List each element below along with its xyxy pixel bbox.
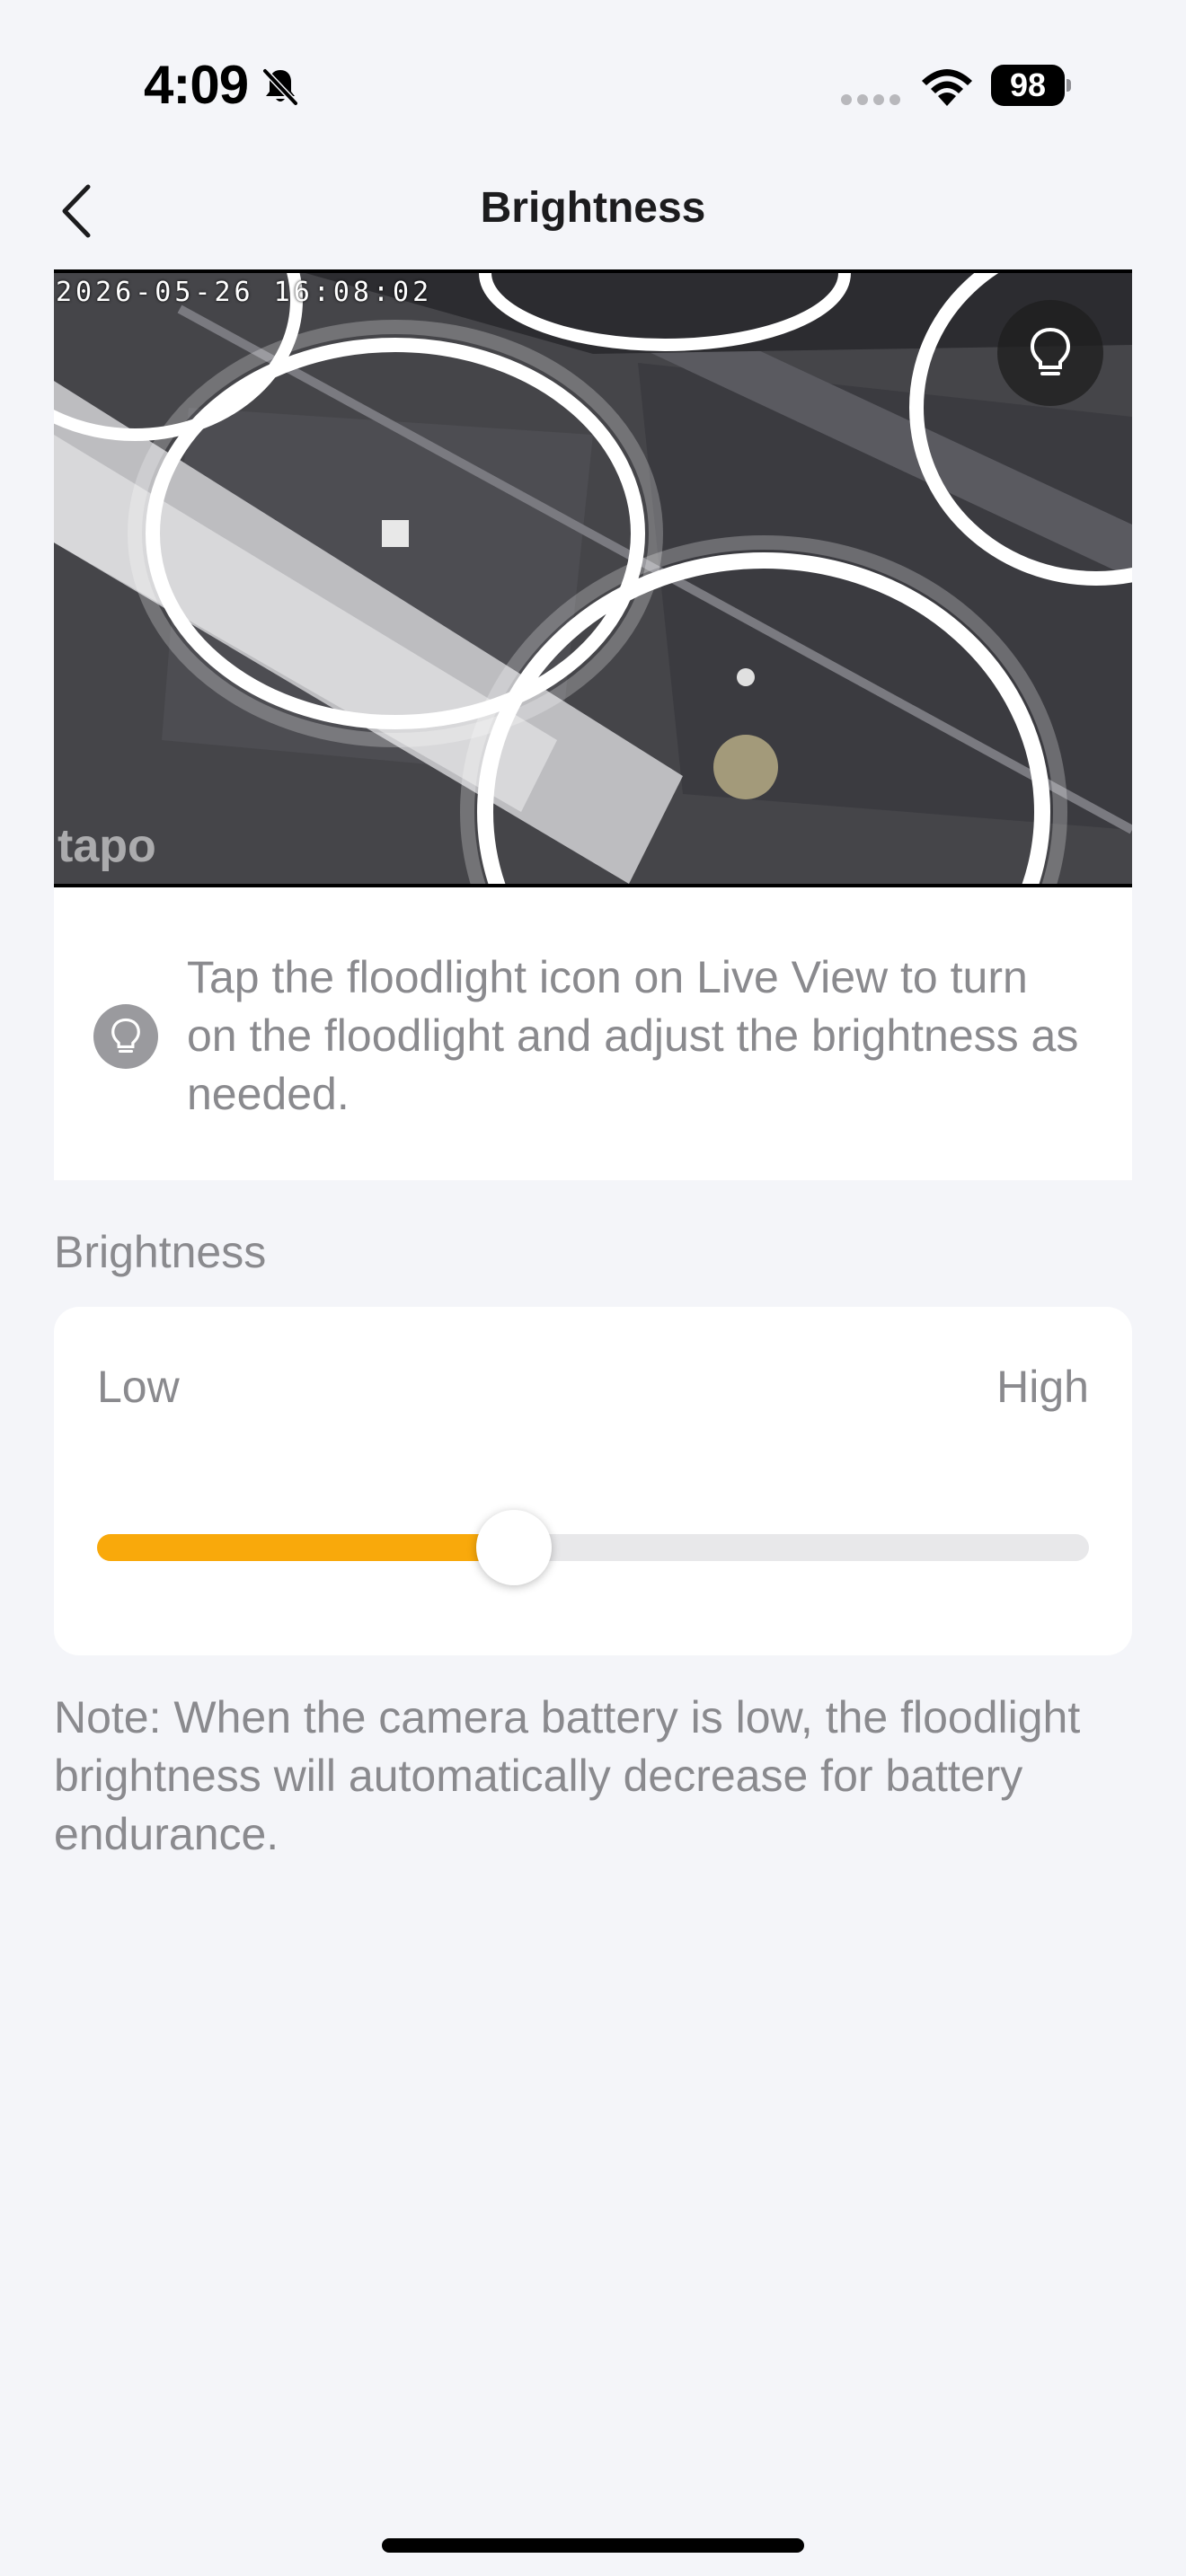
tip-text: Tap the floodlight icon on Live View to …	[187, 952, 1079, 1119]
status-bar: 4:09 98	[0, 0, 1186, 171]
bell-off-icon	[262, 68, 298, 106]
signal-dots-icon	[841, 94, 900, 105]
chevron-left-icon	[62, 184, 91, 238]
back-button[interactable]	[54, 171, 135, 251]
lightbulb-icon	[1030, 327, 1071, 375]
slider-fill	[97, 1534, 514, 1561]
floodlight-button[interactable]	[997, 300, 1103, 406]
brightness-slider-card: Low High	[54, 1307, 1132, 1655]
camera-feed-image	[54, 273, 1132, 884]
camera-timestamp: 2026-05-26 16:08:02	[56, 277, 433, 308]
home-indicator[interactable]	[382, 2538, 804, 2553]
wifi-icon	[922, 69, 972, 106]
brightness-slider[interactable]	[97, 1510, 1089, 1585]
slider-high-label: High	[996, 1362, 1089, 1412]
floodlight-tip-card: Tap the floodlight icon on Live View to …	[54, 887, 1132, 1180]
battery-note: Note: When the camera battery is low, th…	[54, 1692, 1081, 1859]
battery-icon: 98	[991, 65, 1071, 106]
page-title: Brightness	[480, 184, 706, 232]
navigation-bar: Brightness	[0, 171, 1186, 269]
status-time: 4:09	[144, 55, 249, 115]
slider-low-label: Low	[97, 1362, 180, 1412]
slider-thumb[interactable]	[475, 1510, 552, 1585]
battery-level: 98	[1009, 66, 1047, 103]
camera-live-view[interactable]: 2026-05-26 16:08:02 tapo	[54, 269, 1132, 887]
brightness-section-label: Brightness	[54, 1227, 267, 1277]
camera-watermark: tapo	[58, 820, 156, 872]
lightbulb-icon	[93, 1004, 158, 1069]
